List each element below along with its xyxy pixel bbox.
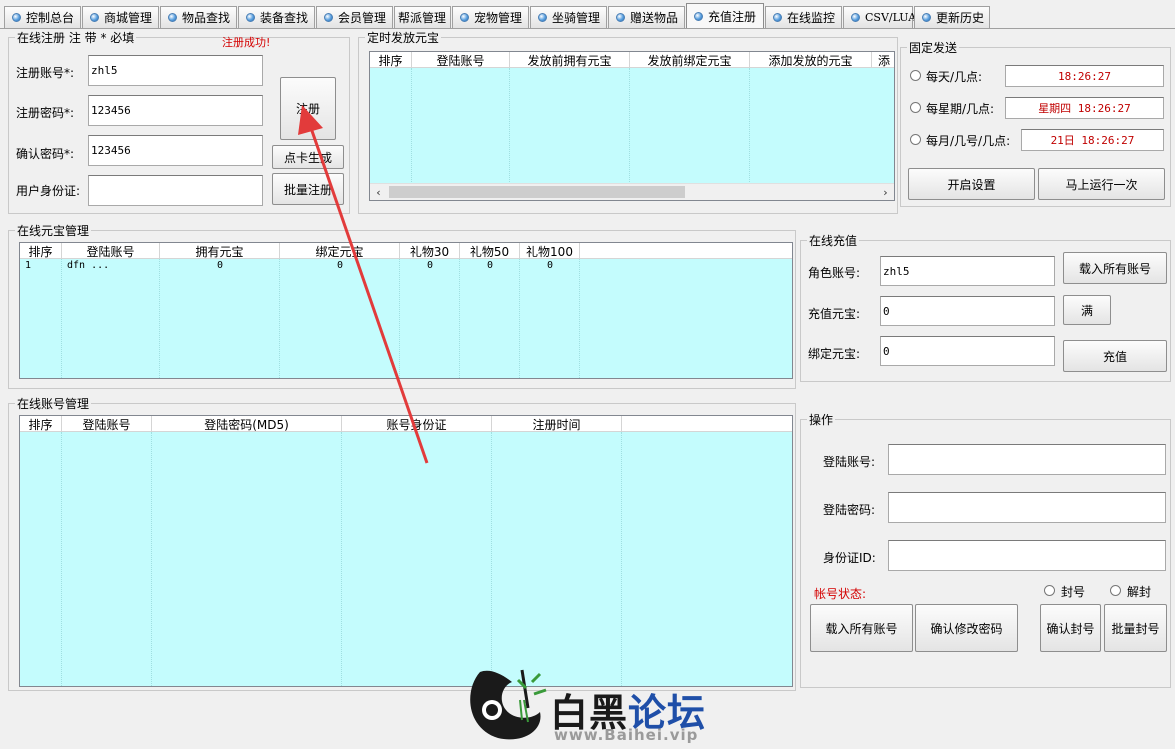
arrow-shaft xyxy=(309,127,429,464)
watermark-url: www.Baihei.vip xyxy=(554,726,699,744)
forum-watermark: 白黑论坛 www.Baihei.vip xyxy=(462,660,712,745)
panda-logo-icon xyxy=(470,669,547,740)
annotation-arrow-icon xyxy=(298,105,429,464)
arrow-head xyxy=(298,105,323,135)
